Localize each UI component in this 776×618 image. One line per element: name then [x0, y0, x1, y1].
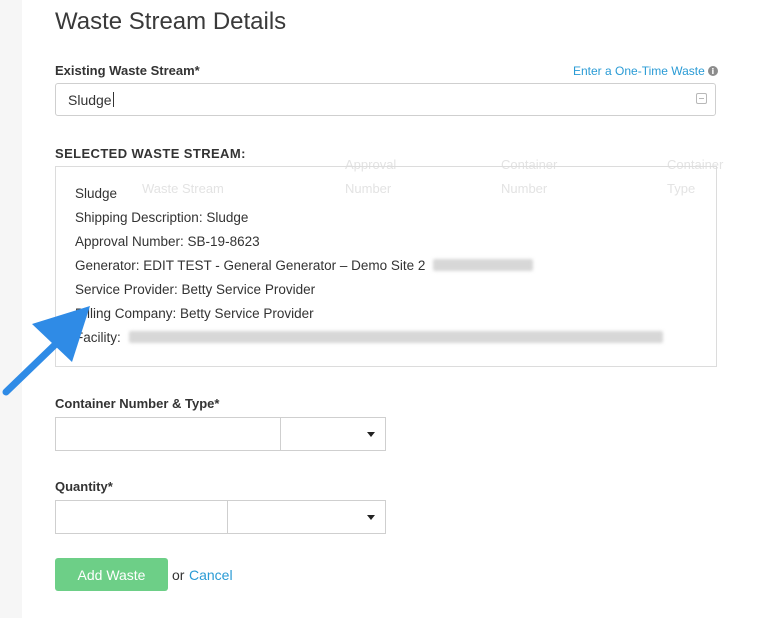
existing-waste-stream-input[interactable]: Sludge [55, 83, 716, 116]
facility-line: Facility: [75, 330, 663, 345]
annotation-arrow-icon [2, 306, 90, 396]
container-number-input[interactable] [55, 417, 281, 451]
existing-waste-stream-label: Existing Waste Stream* [55, 63, 200, 78]
cancel-link[interactable]: Cancel [189, 567, 233, 583]
text-cursor [112, 92, 114, 107]
quantity-label: Quantity* [55, 479, 113, 494]
existing-waste-stream-value[interactable]: Sludge [68, 92, 114, 108]
generator-text: Generator: EDIT TEST - General Generator… [75, 258, 426, 273]
selected-waste-stream-heading: SELECTED WASTE STREAM: [55, 146, 246, 161]
dropdown-arrow-icon [367, 515, 375, 520]
page-title: Waste Stream Details [55, 8, 287, 35]
dropdown-arrow-icon [367, 432, 375, 437]
generator-line: Generator: EDIT TEST - General Generator… [75, 258, 534, 273]
quantity-unit-select[interactable] [227, 500, 386, 534]
info-icon[interactable]: i [707, 66, 718, 76]
or-text: or [172, 567, 185, 583]
selected-waste-stream-name: Sludge [75, 186, 118, 201]
redacted-text [128, 331, 663, 343]
service-provider: Service Provider: Betty Service Provider [75, 282, 316, 297]
enter-one-time-waste-link[interactable]: Enter a One-Time Waste i [573, 64, 718, 78]
add-waste-button[interactable]: Add Waste [55, 558, 168, 591]
one-time-waste-link-text[interactable]: Enter a One-Time Waste [573, 64, 705, 78]
shipping-description: Shipping Description: Sludge [75, 210, 249, 225]
approval-number: Approval Number: SB-19-8623 [75, 234, 260, 249]
field-list-icon[interactable] [696, 93, 707, 104]
quantity-input[interactable] [55, 500, 228, 534]
container-type-select[interactable] [280, 417, 386, 451]
redacted-text [433, 259, 534, 271]
